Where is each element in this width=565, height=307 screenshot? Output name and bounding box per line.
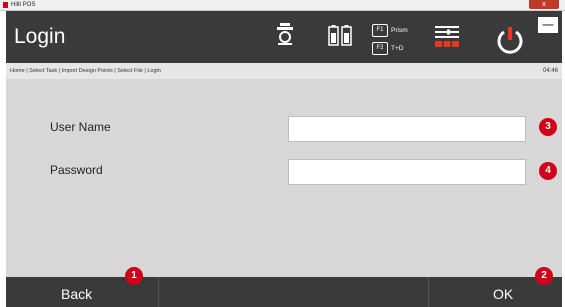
callout-4: 4 xyxy=(539,162,557,180)
password-label: Password xyxy=(50,163,103,177)
window-close-button[interactable]: x xyxy=(529,0,559,9)
breadcrumb: Home | Select Task | Import Design Point… xyxy=(10,68,161,74)
f1-label: Prism xyxy=(391,27,408,34)
username-input[interactable] xyxy=(288,116,526,142)
f2-label: T+D xyxy=(391,45,404,52)
minimize-button[interactable]: — xyxy=(538,17,558,33)
app-header: Login F1 Prism F2 T+D — xyxy=(6,11,562,63)
window-title: Hilti POS xyxy=(11,2,36,8)
f2-key[interactable]: F2 xyxy=(372,42,388,55)
app-icon xyxy=(3,2,8,8)
callout-1: 1 xyxy=(125,267,143,285)
clock-time: 04:46 xyxy=(542,68,558,74)
callout-2: 2 xyxy=(535,267,553,285)
settings-icon[interactable] xyxy=(433,24,461,48)
page-title: Login xyxy=(14,25,66,48)
footer-bar: Back OK xyxy=(6,277,562,307)
breadcrumb-bar: Home | Select Task | Import Design Point… xyxy=(6,63,562,79)
back-button-label: Back xyxy=(61,286,93,302)
password-input[interactable] xyxy=(288,159,526,185)
username-label: User Name xyxy=(50,120,111,134)
ok-button-label: OK xyxy=(493,286,514,302)
window-titlebar: Hilti POS x xyxy=(0,0,565,11)
instrument-icon[interactable] xyxy=(274,22,296,46)
power-icon[interactable] xyxy=(495,25,525,55)
f1-key[interactable]: F1 xyxy=(372,24,388,37)
callout-3: 3 xyxy=(539,118,557,136)
login-form: User Name Password xyxy=(6,79,562,277)
battery-icon[interactable] xyxy=(328,23,352,47)
